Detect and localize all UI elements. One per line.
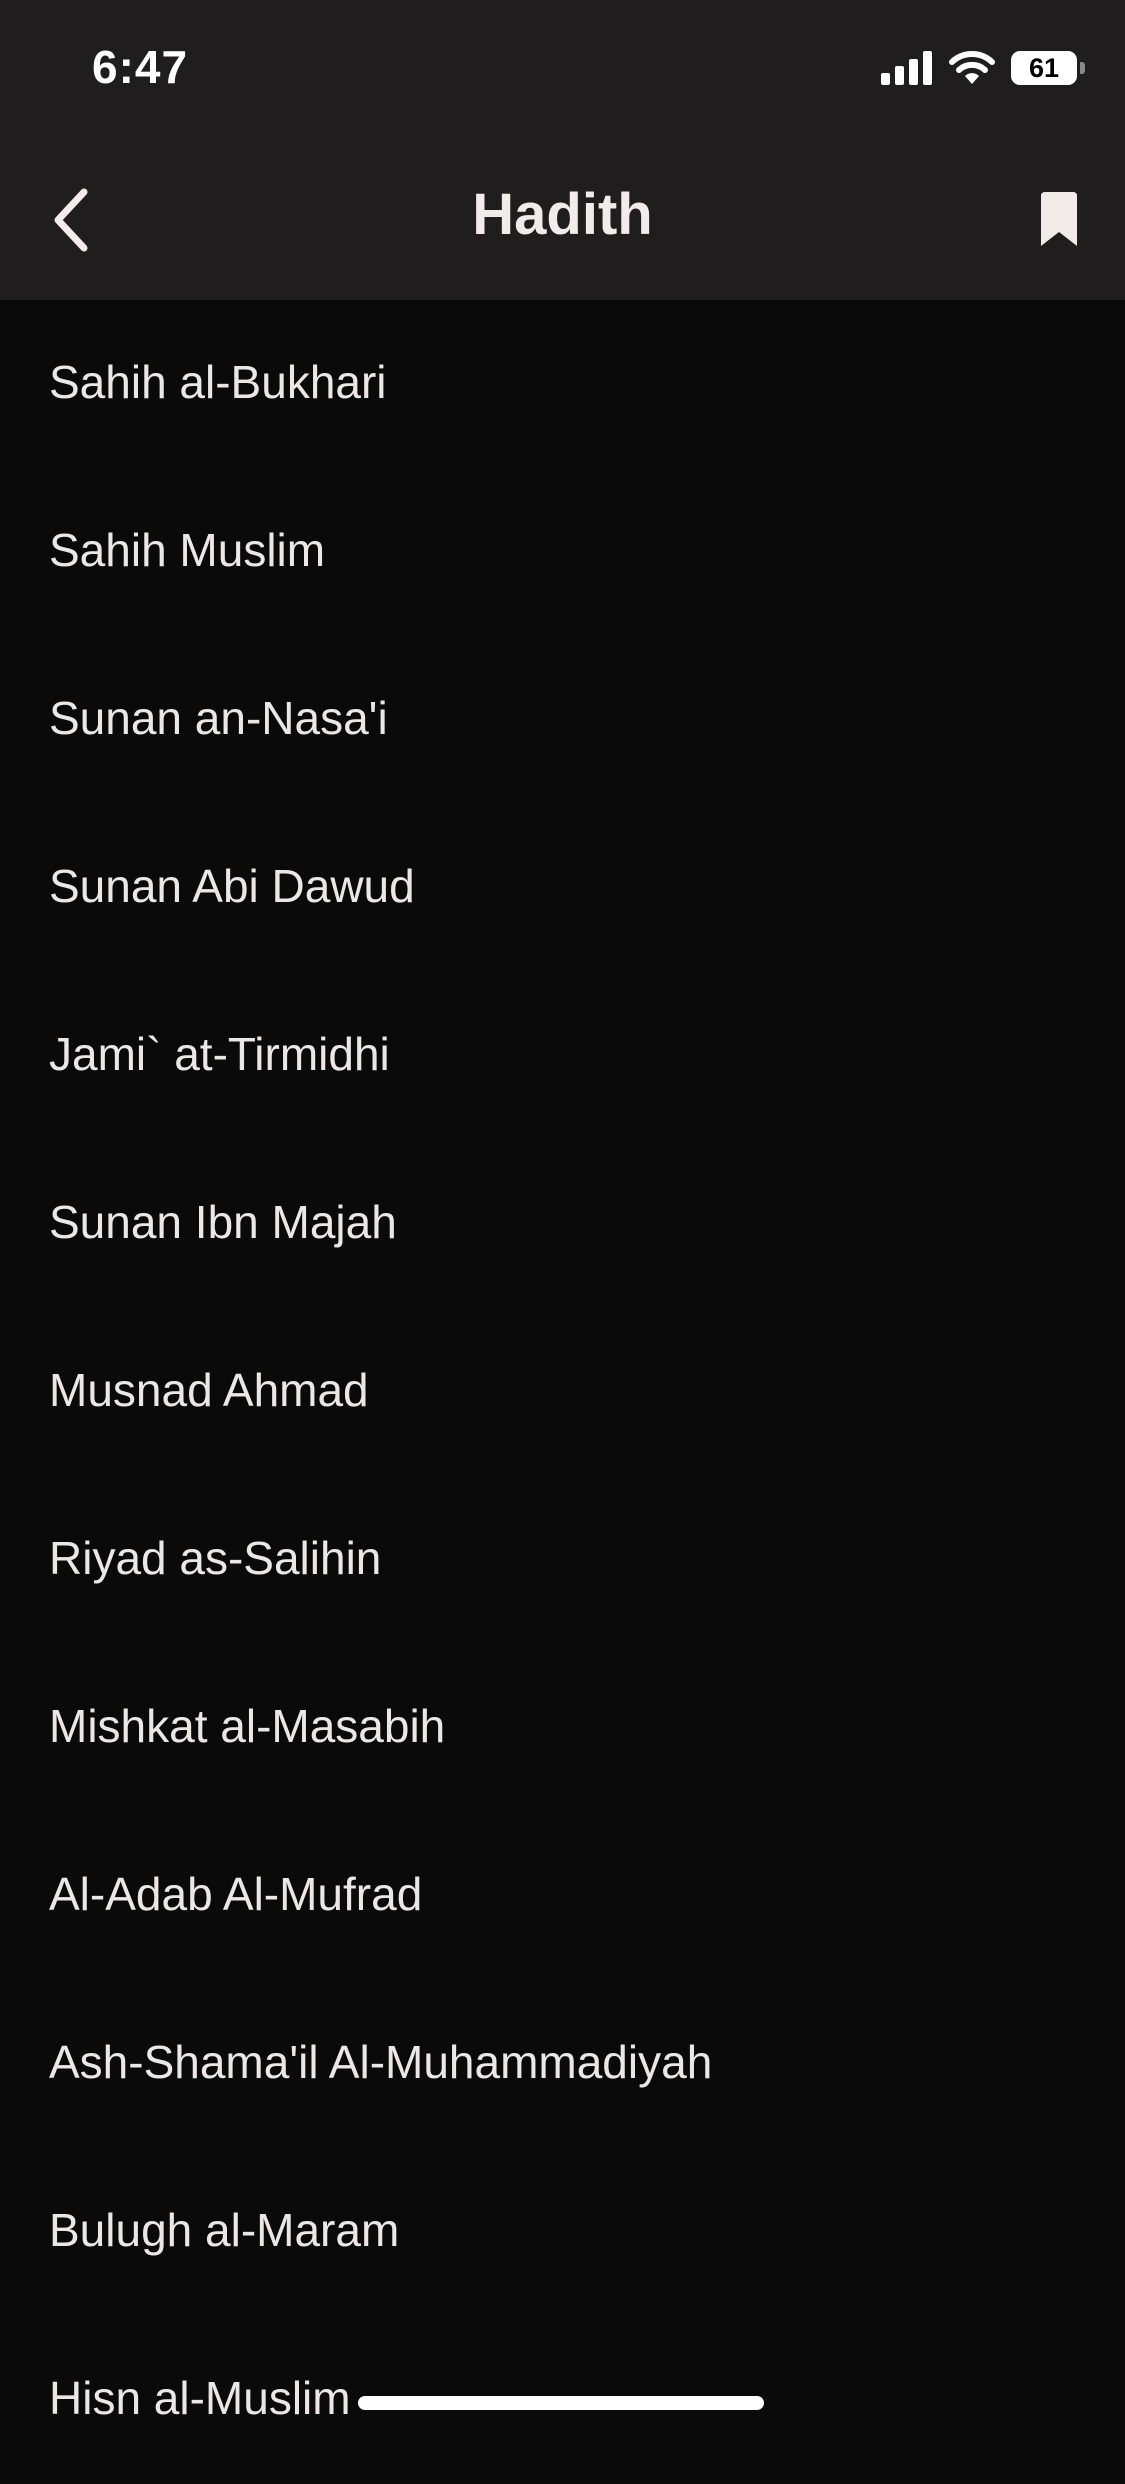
list-item[interactable]: Sunan an-Nasa'i bbox=[0, 636, 1125, 804]
list-item-label: Sunan Ibn Majah bbox=[49, 1196, 397, 1248]
list-item[interactable]: Mishkat al-Masabih bbox=[0, 1644, 1125, 1812]
list-item-label: Sunan Abi Dawud bbox=[49, 860, 415, 912]
list-item[interactable]: Sunan Abi Dawud bbox=[0, 804, 1125, 972]
battery-nub bbox=[1080, 62, 1085, 74]
status-time: 6:47 bbox=[92, 41, 189, 93]
list-item-label: Al-Adab Al-Mufrad bbox=[49, 1868, 423, 1920]
status-bar: 6:47 61 bbox=[0, 0, 1125, 140]
hadith-book-list: Sahih al-Bukhari Sahih Muslim Sunan an-N… bbox=[0, 300, 1125, 2484]
list-item-label: Mishkat al-Masabih bbox=[49, 1700, 446, 1752]
list-item-label: Bulugh al-Maram bbox=[49, 2204, 400, 2256]
page-title: Hadith bbox=[472, 182, 653, 247]
list-item-label: Ash-Shama'il Al-Muhammadiyah bbox=[49, 2036, 713, 2088]
list-item[interactable]: Riyad as-Salihin bbox=[0, 1476, 1125, 1644]
list-item[interactable]: Sahih al-Bukhari bbox=[0, 300, 1125, 468]
list-item-label: Musnad Ahmad bbox=[49, 1364, 369, 1416]
list-item-label: Sunan an-Nasa'i bbox=[49, 692, 388, 744]
list-item-label: Jami` at-Tirmidhi bbox=[49, 1028, 390, 1080]
bookmark-button[interactable] bbox=[1019, 180, 1099, 260]
status-icons: 61 bbox=[881, 48, 1085, 88]
nav-bar: Hadith bbox=[0, 140, 1125, 300]
list-item[interactable]: Sunan Ibn Majah bbox=[0, 1140, 1125, 1308]
home-indicator[interactable] bbox=[358, 2396, 764, 2410]
list-item[interactable]: Al-Adab Al-Mufrad bbox=[0, 1812, 1125, 1980]
list-item[interactable]: Musnad Ahmad bbox=[0, 1308, 1125, 1476]
list-item[interactable]: Ash-Shama'il Al-Muhammadiyah bbox=[0, 1980, 1125, 2148]
wifi-icon bbox=[949, 51, 995, 84]
battery-level: 61 bbox=[1028, 53, 1060, 83]
list-item-label: Sahih al-Bukhari bbox=[49, 356, 387, 408]
list-item-label: Riyad as-Salihin bbox=[49, 1532, 382, 1584]
list-item[interactable]: Bulugh al-Maram bbox=[0, 2148, 1125, 2316]
list-item[interactable]: Jami` at-Tirmidhi bbox=[0, 972, 1125, 1140]
list-item-label: Hisn al-Muslim bbox=[49, 2372, 351, 2424]
top-bar: 6:47 61 Hadith bbox=[0, 0, 1125, 300]
cellular-signal-icon bbox=[881, 51, 932, 85]
list-item-label: Sahih Muslim bbox=[49, 524, 326, 576]
list-item[interactable]: Sahih Muslim bbox=[0, 468, 1125, 636]
battery-icon: 61 bbox=[1011, 51, 1085, 85]
bookmark-icon bbox=[1041, 192, 1077, 246]
